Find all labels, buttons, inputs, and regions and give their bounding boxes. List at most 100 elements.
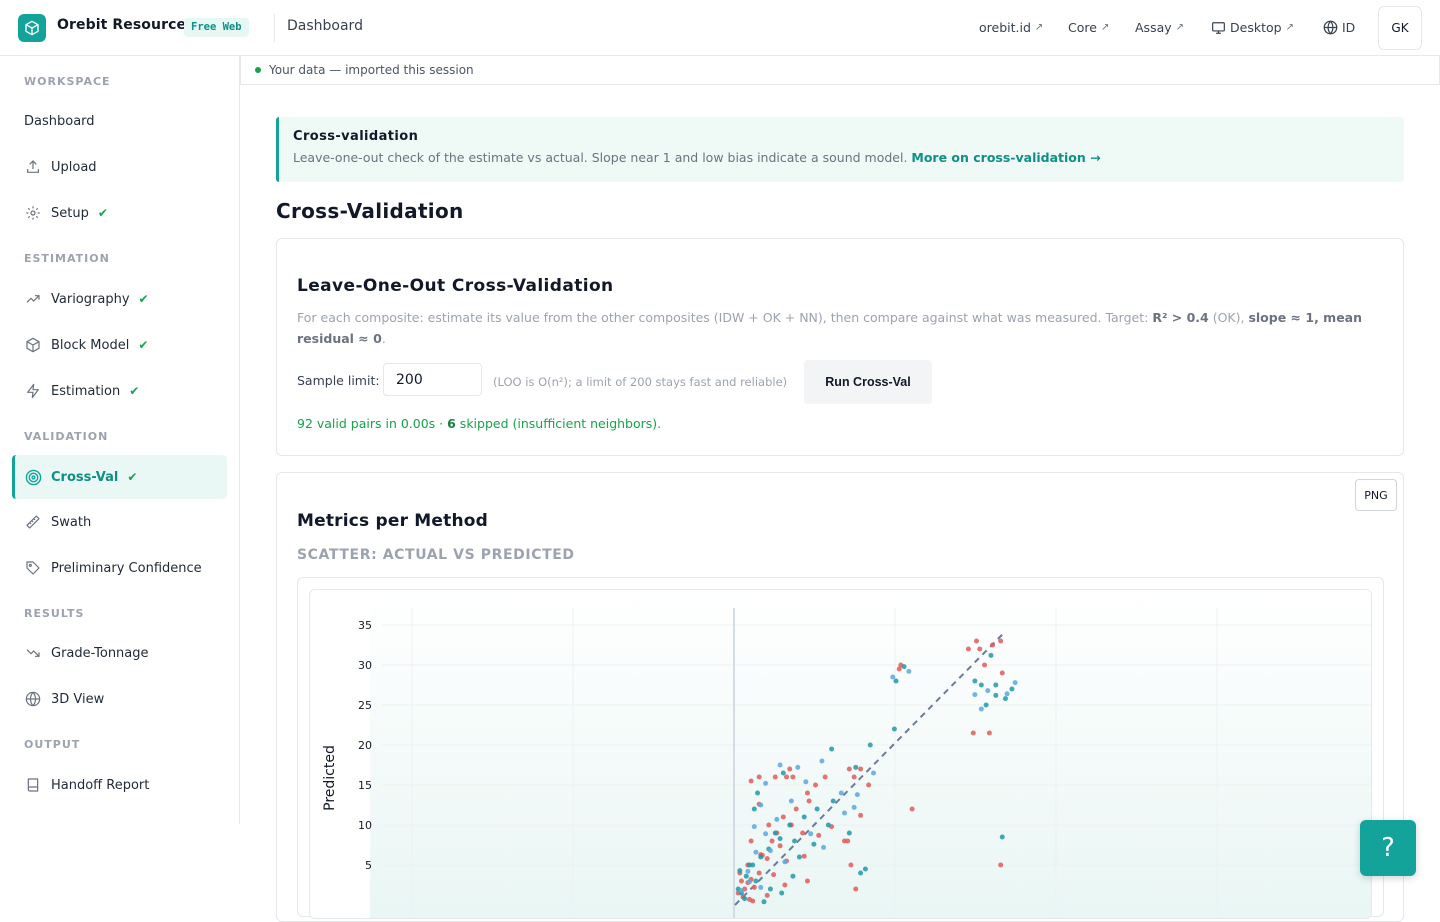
sidebar-item-handoff-report[interactable]: Handoff Report	[12, 764, 227, 806]
scatter-point	[891, 726, 897, 732]
gear-icon	[24, 204, 42, 222]
scatter-point	[965, 646, 971, 652]
scatter-point	[870, 770, 876, 776]
plan-badge: Free Web	[184, 18, 249, 37]
sidebar-item-preliminary-confidence[interactable]: Preliminary Confidence	[12, 547, 227, 589]
scatter-point	[758, 884, 764, 890]
scatter-point	[738, 888, 744, 894]
data-source-text: Your data — imported this session	[269, 63, 474, 77]
section-title-estimation: ESTIMATION	[24, 252, 110, 265]
scatter-point	[814, 806, 820, 812]
link-assay-label: Assay	[1135, 20, 1172, 35]
scatter-point	[974, 638, 979, 644]
sidebar-item-upload[interactable]: Upload	[12, 146, 227, 188]
loo-heading: Leave-One-Out Cross-Validation	[297, 276, 614, 296]
scatter-point	[748, 838, 754, 844]
scatter-point	[862, 866, 868, 872]
scatter-point	[758, 802, 764, 808]
sidebar-item-grade-tonnage[interactable]: Grade-Tonnage	[12, 632, 227, 674]
scatter-point	[746, 879, 752, 885]
scatter-point	[772, 830, 778, 836]
check-icon: ✔	[127, 470, 138, 484]
scatter-point	[841, 810, 847, 816]
scatter-chart[interactable]: 5 10 15 20 25 30 35 Predicted	[310, 590, 1372, 919]
scatter-point	[858, 766, 864, 772]
scatter-point	[766, 822, 772, 828]
link-orebit-id[interactable]: orebit.id ↗	[979, 20, 1043, 35]
link-core[interactable]: Core ↗	[1068, 20, 1109, 35]
y-tick-label: 15	[358, 779, 372, 792]
sidebar-item-block-model[interactable]: Block Model ✔	[12, 324, 227, 366]
sidebar-item-estimation[interactable]: Estimation ✔	[12, 370, 227, 412]
sidebar-item-swath[interactable]: Swath	[12, 501, 227, 543]
link-desktop[interactable]: Desktop ↗	[1211, 20, 1294, 35]
scatter-point	[867, 742, 873, 748]
sample-limit-hint: (LOO is O(n²); a limit of 200 stays fast…	[493, 375, 788, 389]
png-export-button[interactable]: PNG	[1355, 479, 1397, 511]
scatter-point	[819, 758, 825, 764]
scatter-point	[896, 666, 902, 672]
loo-desc-text: For each composite: estimate its value f…	[297, 310, 1153, 325]
scatter-point	[825, 822, 831, 828]
scatter-point	[999, 670, 1005, 676]
scatter-point	[890, 674, 896, 680]
scatter-point	[977, 646, 983, 652]
user-avatar[interactable]: GK	[1378, 6, 1422, 50]
sidebar-item-cross-val[interactable]: Cross-Val ✔	[12, 455, 227, 499]
brand-name[interactable]: Orebit Resource	[57, 17, 186, 33]
scatter-point	[990, 642, 996, 648]
scatter-point	[1009, 686, 1015, 692]
scatter-point	[787, 822, 793, 828]
link-orebit-id-label: orebit.id	[979, 20, 1031, 35]
brand-logo[interactable]	[18, 14, 46, 42]
scatter-point	[801, 814, 807, 820]
sample-limit-input[interactable]	[383, 363, 482, 396]
scatter-point	[780, 770, 786, 776]
sidebar-item-dashboard[interactable]: Dashboard	[12, 100, 227, 142]
scatter-point	[986, 730, 992, 736]
scatter-point	[970, 730, 976, 736]
book-icon	[24, 776, 42, 794]
sidebar-item-setup[interactable]: Setup ✔	[12, 192, 227, 234]
info-text: Leave-one-out check of the estimate vs a…	[293, 150, 1390, 165]
scatter-point	[978, 682, 984, 688]
scatter-point	[1012, 680, 1018, 686]
divider	[274, 14, 275, 42]
sidebar-item-label: Cross-Val	[51, 469, 119, 485]
scatter-point	[999, 834, 1005, 840]
scatter-point	[804, 878, 810, 884]
scatter-point	[779, 890, 785, 896]
scatter-point	[808, 831, 814, 837]
section-title-results: RESULTS	[24, 607, 85, 620]
help-button[interactable]: ?	[1360, 820, 1416, 876]
scatter-point	[790, 873, 796, 879]
plot-background	[370, 590, 1371, 918]
info-link[interactable]: More on cross-validation →	[911, 150, 1100, 165]
link-desktop-label: Desktop	[1230, 20, 1282, 35]
globe-icon	[24, 690, 42, 708]
run-status-pairs: 92 valid pairs in 0.00s ·	[297, 416, 448, 431]
scatter-point	[772, 774, 778, 780]
scatter-point	[993, 692, 999, 698]
scatter-point	[813, 782, 818, 788]
language-switch[interactable]: ID	[1323, 20, 1355, 35]
scatter-point	[838, 790, 844, 796]
loo-desc-mid: (OK),	[1208, 310, 1249, 325]
scatter-point	[753, 849, 759, 855]
scatter-point	[787, 766, 793, 772]
scatter-point	[853, 764, 859, 770]
sidebar-item-variography[interactable]: Variography ✔	[12, 278, 227, 320]
scatter-point	[972, 692, 978, 698]
info-text-body: Leave-one-out check of the estimate vs a…	[293, 150, 912, 165]
scatter-point	[985, 688, 991, 694]
top-bar: Orebit Resource Free Web Dashboard orebi…	[0, 0, 1440, 56]
link-assay[interactable]: Assay ↗	[1135, 20, 1184, 35]
scatter-point	[821, 844, 827, 850]
run-cross-val-button[interactable]: Run Cross-Val	[804, 360, 932, 404]
status-dot	[255, 67, 261, 73]
tag-icon	[24, 559, 42, 577]
scatter-point	[756, 870, 762, 876]
scatter-point	[763, 831, 769, 837]
scatter-point	[982, 662, 988, 668]
sidebar-item-3d-view[interactable]: 3D View	[12, 678, 227, 720]
